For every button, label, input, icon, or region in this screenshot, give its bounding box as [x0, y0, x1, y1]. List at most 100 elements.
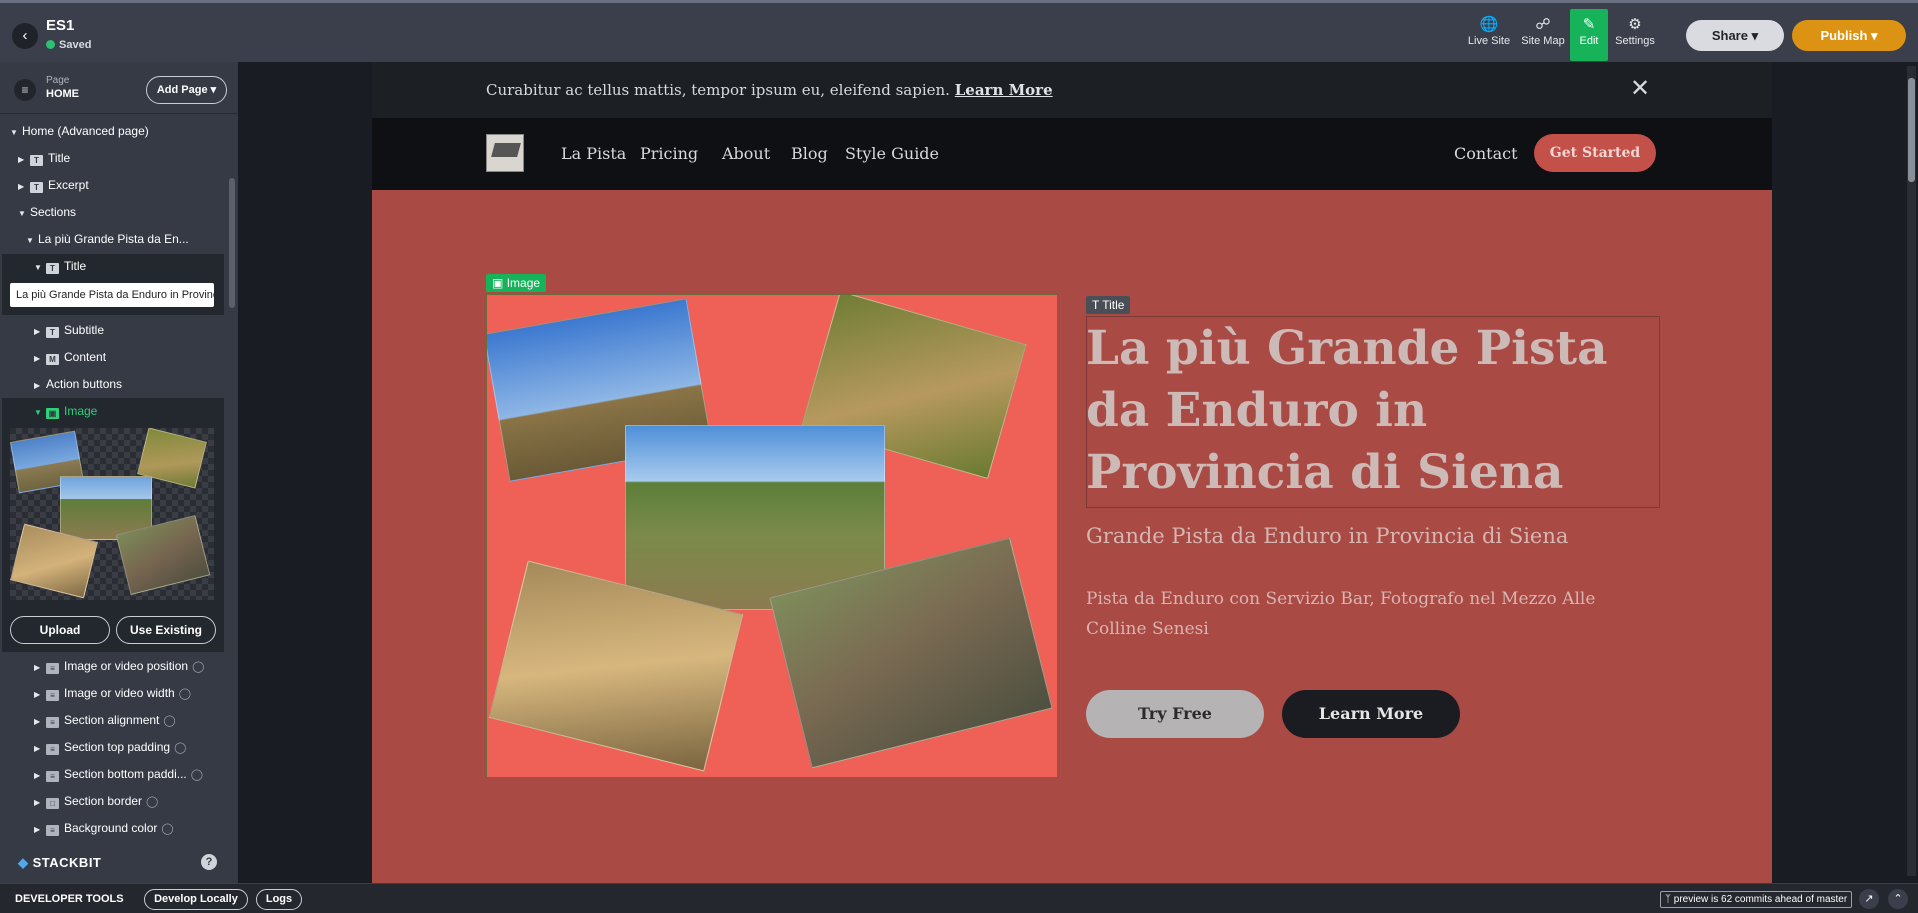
- hero-subtitle[interactable]: Grande Pista da Enduro in Provincia di S…: [1086, 524, 1568, 548]
- logs-button[interactable]: Logs: [256, 889, 302, 910]
- page-structure-icon[interactable]: ≡: [14, 79, 36, 101]
- text-field-icon: T: [46, 263, 59, 274]
- panel-scrollbar[interactable]: [229, 178, 235, 308]
- tree-item-section-title[interactable]: ▼ T Title: [34, 255, 86, 277]
- hidden-eye-icon: ◯: [174, 742, 187, 754]
- image-field-tag[interactable]: ▣ Image: [486, 274, 547, 292]
- nav-pricing[interactable]: Pricing: [640, 144, 698, 163]
- tree-item-image[interactable]: ▼ ▣ Image: [34, 400, 97, 422]
- chevron-down-icon: ▾: [1751, 28, 1759, 43]
- caret-right-icon: ▶: [34, 690, 41, 699]
- app-window: ‹ ES1 Saved 🌐 Live Site ☍ Site Map ✎ Edi…: [0, 0, 1918, 913]
- develop-locally-button[interactable]: Develop Locally: [144, 889, 248, 910]
- expand-up-icon[interactable]: ⌃: [1888, 889, 1908, 909]
- site-preview: Curabitur ac tellus mattis, tempor ipsum…: [372, 62, 1772, 883]
- commits-ahead-text: preview is 62 commits ahead of master: [1673, 894, 1848, 905]
- page-label: Page: [46, 75, 70, 86]
- site-map-label: Site Map: [1521, 35, 1565, 47]
- tree-item-background-color[interactable]: ▶ ≡ Background color ◯: [34, 817, 174, 839]
- tree-item-home[interactable]: ▼ Home (Advanced page): [10, 120, 149, 142]
- close-icon[interactable]: ✕: [1630, 74, 1650, 103]
- tree-item-subtitle[interactable]: ▶ T Subtitle: [34, 319, 104, 341]
- markdown-icon: M: [46, 354, 59, 365]
- tree-item-excerpt[interactable]: ▶ T Excerpt: [18, 174, 89, 196]
- tree-item-label: Background color: [64, 821, 158, 835]
- save-status: Saved: [46, 39, 91, 51]
- nav-style-guide[interactable]: Style Guide: [845, 144, 939, 163]
- tree-item-label: Sections: [30, 205, 77, 219]
- banner-message: Curabitur ac tellus mattis, tempor ipsum…: [486, 81, 950, 99]
- tree-item-label: Title: [64, 259, 87, 273]
- tree-item-label: La più Grande Pista da En...: [38, 232, 189, 246]
- tree-item-label: Home (Advanced page): [22, 124, 149, 138]
- preview-scrollbar[interactable]: [1907, 66, 1916, 876]
- try-free-button[interactable]: Try Free: [1086, 690, 1264, 738]
- tree-item-section-border[interactable]: ▶ □ Section border ◯: [34, 790, 158, 812]
- tree-item-label: Subtitle: [64, 323, 105, 337]
- add-page-button[interactable]: Add Page ▾: [146, 76, 227, 104]
- use-existing-button[interactable]: Use Existing: [116, 616, 216, 644]
- edit-button[interactable]: ✎ Edit: [1570, 9, 1608, 61]
- stackbit-logo-icon: ◆: [18, 855, 29, 870]
- tree-item-content[interactable]: ▶ M Content: [34, 346, 106, 368]
- site-map-button[interactable]: ☍ Site Map: [1519, 15, 1567, 55]
- tree-item-action-buttons[interactable]: ▶ Action buttons: [34, 373, 122, 395]
- settings-label: Settings: [1615, 35, 1655, 47]
- chevron-down-icon: ▾: [210, 84, 217, 96]
- caret-right-icon: ▶: [34, 771, 41, 780]
- get-started-button[interactable]: Get Started: [1534, 134, 1656, 172]
- tree-item-section-alignment[interactable]: ▶ ≡ Section alignment ◯: [34, 709, 176, 731]
- title-field-tag[interactable]: T Title: [1086, 296, 1131, 314]
- pencil-icon: ✎: [1582, 16, 1596, 33]
- hero-content[interactable]: Pista da Enduro con Servizio Bar, Fotogr…: [1086, 584, 1660, 644]
- announcement-banner: Curabitur ac tellus mattis, tempor ipsum…: [372, 62, 1772, 118]
- text-field-icon: T: [30, 182, 43, 193]
- nav-blog[interactable]: Blog: [791, 144, 828, 163]
- enum-field-icon: ≡: [46, 744, 59, 755]
- live-site-button[interactable]: 🌐 Live Site: [1465, 15, 1513, 55]
- tree-item-image-width[interactable]: ▶ ≡ Image or video width ◯: [34, 682, 191, 704]
- tree-item-label: Action buttons: [46, 377, 123, 391]
- title-input[interactable]: La più Grande Pista da Enduro in Provinc…: [10, 283, 214, 307]
- commits-ahead-badge[interactable]: ᛉ preview is 62 commits ahead of master: [1660, 891, 1853, 908]
- site-logo[interactable]: [486, 134, 524, 172]
- globe-icon: 🌐: [1479, 16, 1499, 33]
- share-button[interactable]: Share ▾: [1686, 20, 1784, 51]
- tree-item-label: Title: [48, 151, 71, 165]
- tree-item-label: Image or video position: [64, 659, 189, 673]
- image-thumbnail[interactable]: [10, 428, 214, 600]
- caret-right-icon: ▶: [34, 381, 41, 390]
- image-tag-label: Image: [506, 276, 541, 290]
- caret-down-icon: ▼: [34, 408, 42, 417]
- learn-more-button[interactable]: Learn More: [1282, 690, 1460, 738]
- upload-button[interactable]: Upload: [10, 616, 110, 644]
- publish-button[interactable]: Publish ▾: [1792, 20, 1906, 51]
- tree-item-label: Image: [64, 404, 98, 418]
- tree-item-top-padding[interactable]: ▶ ≡ Section top padding ◯: [34, 736, 186, 758]
- nav-la-pista[interactable]: La Pista: [561, 144, 626, 163]
- settings-button[interactable]: ⚙ Settings: [1611, 15, 1659, 55]
- tree-item-image-position[interactable]: ▶ ≡ Image or video position ◯: [34, 655, 204, 677]
- hidden-eye-icon: ◯: [190, 769, 204, 781]
- add-page-label: Add Page: [156, 84, 208, 96]
- nav-contact[interactable]: Contact: [1454, 144, 1518, 163]
- developer-tools-label: DEVELOPER TOOLS: [15, 893, 124, 905]
- hero-image[interactable]: [486, 294, 1058, 778]
- caret-down-icon: ▼: [34, 263, 42, 272]
- tree-item-bottom-padding[interactable]: ▶ ≡ Section bottom paddi... ◯: [34, 763, 203, 785]
- tree-item-sections[interactable]: ▼ Sections: [18, 201, 76, 223]
- external-link-icon[interactable]: ↗: [1859, 889, 1879, 909]
- tree-item-label: Excerpt: [48, 178, 89, 192]
- banner-learn-more-link[interactable]: Learn More: [955, 81, 1053, 99]
- nav-about[interactable]: About: [722, 144, 770, 163]
- tree-item-title[interactable]: ▶ T Title: [18, 147, 70, 169]
- tree-item-label: Section bottom paddi...: [64, 767, 187, 781]
- help-icon[interactable]: ?: [201, 854, 217, 870]
- page-tree-panel: ≡ Page HOME Add Page ▾ ▼ Home (Advanced p…: [0, 62, 238, 883]
- back-arrow-icon[interactable]: ‹: [12, 23, 38, 49]
- title-tag-label: Title: [1102, 298, 1125, 312]
- hero-title[interactable]: La più Grande Pista da Enduro in Provinc…: [1086, 318, 1660, 504]
- page-value[interactable]: HOME: [46, 88, 79, 100]
- stackbit-logo: ◆ STACKBIT: [18, 855, 101, 871]
- tree-item-section[interactable]: ▼ La più Grande Pista da En...: [26, 228, 189, 250]
